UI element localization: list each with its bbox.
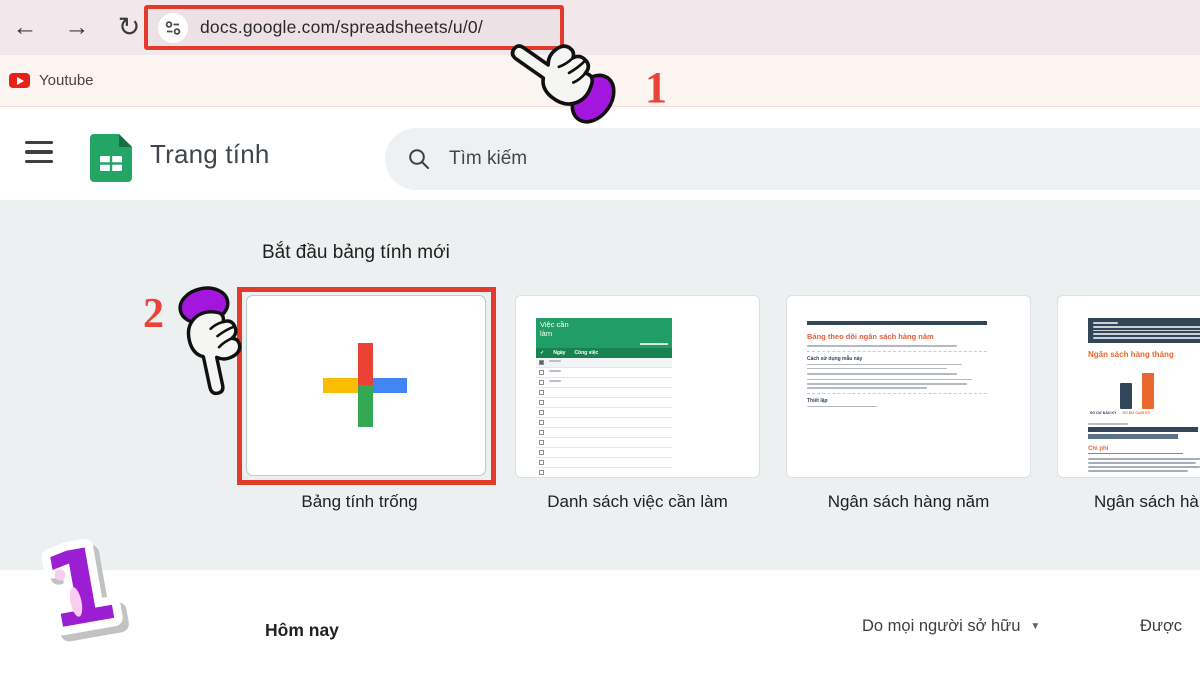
- todo-row: [536, 378, 672, 388]
- sheets-header: Trang tính Tìm kiếm: [0, 107, 1200, 200]
- new-spreadsheet-plus-icon: [323, 343, 407, 427]
- bar-closing-balance: [1142, 373, 1154, 409]
- text-line-placeholder: [640, 343, 668, 345]
- recent-files-section: Hôm nay Do mọi người sở hữu ▼ Được: [0, 570, 1200, 675]
- bar-label-opening: SỐ DƯ ĐẦU KỲ: [1090, 411, 1117, 415]
- annual-budget-setup-heading: Thiết lập: [807, 398, 1007, 404]
- owner-filter-dropdown[interactable]: Do mọi người sở hữu ▼: [862, 617, 1040, 636]
- template-card-todo[interactable]: Việc cần làm ✓ Ngày Công việc: [515, 295, 760, 478]
- template-card-monthly-budget[interactable]: Ngân sách hàng tháng SỐ DƯ ĐẦU KỲ SỐ DƯ …: [1057, 295, 1200, 478]
- reload-icon[interactable]: ↻: [112, 10, 146, 44]
- url-text[interactable]: docs.google.com/spreadsheets/u/0/: [200, 17, 483, 38]
- todo-row: [536, 388, 672, 398]
- address-bar-highlight: docs.google.com/spreadsheets/u/0/: [144, 5, 564, 50]
- bookmarks-bar: Youtube: [0, 55, 1200, 107]
- step-number-2: 2: [143, 290, 164, 338]
- template-label-blank: Bảng tính trống: [237, 492, 482, 512]
- address-bar[interactable]: docs.google.com/spreadsheets/u/0/: [148, 13, 483, 43]
- back-icon[interactable]: ←: [8, 10, 42, 44]
- todo-row: [536, 408, 672, 418]
- main-menu-icon[interactable]: [25, 141, 53, 163]
- todo-row: [536, 458, 672, 468]
- todo-row: [536, 398, 672, 408]
- watermark-number-icon: 1 1: [18, 520, 133, 660]
- gallery-heading: Bắt đầu bảng tính mới: [262, 242, 450, 264]
- template-label-monthly-budget: Ngân sách hàng tháng: [1057, 492, 1200, 512]
- todo-row: [536, 468, 672, 478]
- browser-toolbar: ← → ↻ docs.google.com/spreadsheets/u/0/: [0, 0, 1200, 55]
- todo-preview-title: Việc cần làm: [540, 321, 580, 338]
- todo-row: [536, 368, 672, 378]
- todo-row: [536, 418, 672, 428]
- monthly-budget-preview: Ngân sách hàng tháng SỐ DƯ ĐẦU KỲ SỐ DƯ …: [1088, 318, 1200, 474]
- sort-label[interactable]: Được: [1140, 617, 1182, 636]
- todo-row: [536, 428, 672, 438]
- template-label-annual-budget: Ngân sách hàng năm: [786, 492, 1031, 512]
- site-settings-icon[interactable]: [158, 13, 188, 43]
- annual-budget-title: Bảng theo dõi ngân sách hàng năm: [807, 332, 977, 341]
- search-bar[interactable]: Tìm kiếm: [385, 128, 1200, 190]
- step-number-1: 1: [645, 62, 667, 113]
- todo-row: [536, 438, 672, 448]
- todo-col-task: Công việc: [574, 350, 598, 356]
- app-title: Trang tính: [150, 139, 270, 170]
- annual-budget-usage-heading: Cách sử dụng mẫu này: [807, 356, 1007, 362]
- bookmark-youtube[interactable]: Youtube: [0, 72, 94, 89]
- search-icon: [407, 147, 431, 171]
- todo-col-date: Ngày: [553, 350, 565, 356]
- bar-label-closing: SỐ DƯ CUỐI KỲ: [1123, 411, 1151, 415]
- todo-row: [536, 448, 672, 458]
- recent-group-title: Hôm nay: [265, 620, 339, 641]
- sheets-logo-icon[interactable]: [90, 134, 132, 187]
- annual-budget-preview: Bảng theo dõi ngân sách hàng năm Cách sử…: [807, 321, 1007, 410]
- template-card-blank[interactable]: [246, 295, 486, 476]
- owner-filter-label: Do mọi người sở hữu: [862, 617, 1020, 636]
- forward-icon[interactable]: →: [60, 10, 94, 44]
- todo-row: [536, 358, 672, 368]
- bookmark-label: Youtube: [39, 72, 94, 89]
- youtube-icon: [9, 73, 30, 88]
- bar-opening-balance: [1120, 383, 1132, 409]
- monthly-budget-title: Ngân sách hàng tháng: [1088, 350, 1200, 359]
- monthly-section-expenses: Chi phí: [1088, 446, 1183, 454]
- caret-down-icon: ▼: [1030, 621, 1040, 632]
- template-card-annual-budget[interactable]: Bảng theo dõi ngân sách hàng năm Cách sử…: [786, 295, 1031, 478]
- todo-preview: Việc cần làm ✓ Ngày Công việc: [536, 318, 672, 478]
- todo-col-check: ✓: [540, 350, 544, 356]
- blank-template-highlight: [237, 287, 496, 485]
- template-label-todo: Danh sách việc cần làm: [515, 492, 760, 512]
- template-gallery: Bắt đầu bảng tính mới Bảng tính trống Vi…: [0, 200, 1200, 570]
- search-placeholder: Tìm kiếm: [449, 148, 527, 170]
